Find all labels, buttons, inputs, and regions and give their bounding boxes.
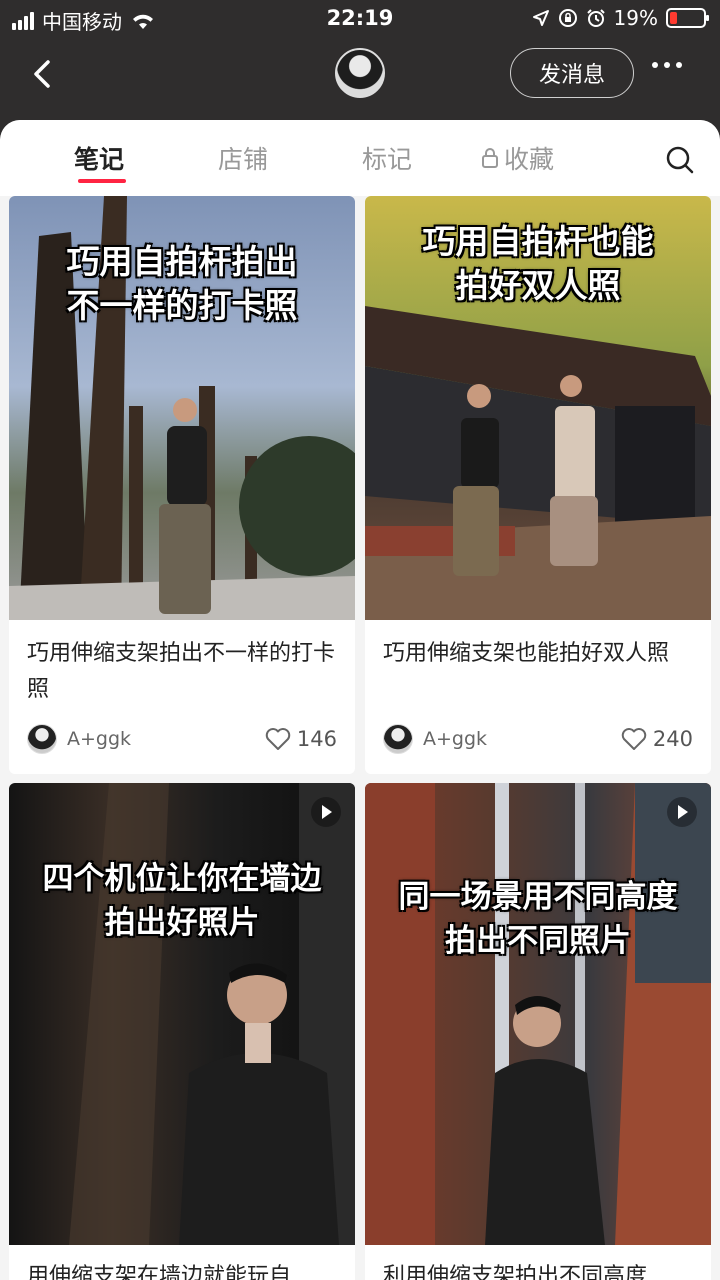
avatar[interactable] [335, 48, 385, 98]
content-panel: 笔记 店铺 标记 收藏 巧用自拍杆拍出 不一样的打卡照 巧用伸缩支架拍出不一样的… [0, 120, 720, 1280]
note-meta: A+ggk 146 [27, 722, 337, 756]
author-name[interactable]: A+ggk [67, 728, 265, 750]
heart-icon [621, 728, 647, 750]
tab-bar: 笔记 店铺 标记 收藏 [0, 120, 720, 196]
more-options-icon[interactable] [652, 62, 682, 68]
tab-shop[interactable]: 店铺 [218, 140, 268, 176]
active-tab-indicator [78, 179, 126, 183]
video-play-icon [311, 797, 341, 827]
location-icon [532, 10, 549, 26]
lock-icon [482, 148, 498, 168]
search-icon[interactable] [664, 144, 696, 176]
like-button[interactable]: 240 [621, 727, 693, 751]
cover-overlay-title: 四个机位让你在墙边 拍出好照片 [42, 861, 322, 941]
video-play-icon [667, 797, 697, 827]
note-card[interactable]: 巧用自拍杆也能 拍好双人照 巧用伸缩支架也能拍好双人照 A+ggk 240 [365, 196, 711, 774]
note-card[interactable]: 同一场景用不同高度 拍出不同照片 利用伸缩支架拍出不同高度 [365, 783, 711, 1280]
note-card[interactable]: 巧用自拍杆拍出 不一样的打卡照 巧用伸缩支架拍出不一样的打卡照 A+ggk 14… [9, 196, 355, 774]
like-count: 146 [296, 727, 337, 751]
note-title: 巧用伸缩支架也能拍好双人照 [383, 641, 670, 666]
cover-overlay-title: 巧用自拍杆拍出 不一样的打卡照 [66, 242, 298, 325]
cover-scene [69, 783, 355, 1245]
note-card[interactable]: 四个机位让你在墙边 拍出好照片 用伸缩支架在墙边就能玩自 [9, 783, 355, 1280]
note-cover-image: 四个机位让你在墙边 拍出好照片 [9, 783, 355, 1245]
tab-favorites[interactable]: 收藏 [480, 140, 554, 176]
send-message-button[interactable]: 发消息 [510, 48, 634, 98]
note-meta: A+ggk 240 [383, 722, 693, 756]
rotation-lock-icon [558, 9, 577, 27]
alarm-icon [586, 9, 605, 27]
note-cover-image: 同一场景用不同高度 拍出不同照片 [365, 783, 711, 1245]
notes-feed: 巧用自拍杆拍出 不一样的打卡照 巧用伸缩支架拍出不一样的打卡照 A+ggk 14… [0, 196, 720, 1280]
cover-overlay-title: 巧用自拍杆也能 拍好双人照 [422, 222, 654, 305]
note-title: 利用伸缩支架拍出不同高度 [383, 1264, 648, 1280]
cover-scene [365, 783, 711, 1245]
note-title: 用伸缩支架在墙边就能玩自 [27, 1264, 292, 1280]
tab-marked[interactable]: 标记 [362, 140, 412, 176]
author-avatar[interactable] [27, 724, 57, 754]
note-title: 巧用伸缩支架拍出不一样的打卡照 [27, 641, 336, 702]
status-bar: 中国移动 22:19 19% [0, 0, 720, 36]
author-avatar[interactable] [383, 724, 413, 754]
heart-icon [265, 728, 291, 750]
battery-icon [666, 8, 709, 28]
tab-notes[interactable]: 笔记 [74, 140, 124, 176]
like-button[interactable]: 146 [265, 727, 337, 751]
author-name[interactable]: A+ggk [423, 728, 621, 750]
back-arrow-icon[interactable] [24, 54, 64, 94]
note-cover-image: 巧用自拍杆拍出 不一样的打卡照 [9, 196, 355, 620]
like-count: 240 [652, 727, 693, 751]
battery-percent: 19% [613, 6, 658, 30]
nav-bar: 发消息 [0, 36, 720, 120]
cover-overlay-title: 同一场景用不同高度 拍出不同照片 [398, 879, 678, 959]
note-cover-image: 巧用自拍杆也能 拍好双人照 [365, 196, 711, 620]
